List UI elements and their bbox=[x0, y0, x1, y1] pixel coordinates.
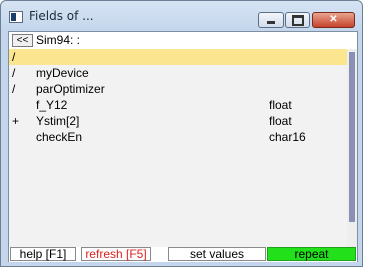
list-item[interactable]: / myDevice bbox=[9, 65, 347, 81]
item-name: f_Y12 bbox=[36, 98, 68, 112]
list-item[interactable]: / bbox=[9, 49, 347, 65]
item-name: parOptimizer bbox=[36, 82, 105, 96]
fields-window: Fields of ... ✕ << Sim94: : / / myDevice… bbox=[0, 0, 363, 267]
minimize-button[interactable] bbox=[258, 12, 284, 28]
repeat-button[interactable]: repeat bbox=[267, 247, 356, 261]
maximize-icon bbox=[291, 15, 304, 26]
list-item[interactable]: + Ystim[2] float bbox=[9, 113, 347, 129]
current-path: Sim94: : bbox=[36, 33, 81, 47]
fields-list: / / myDevice / parOptimizer f_Y12 float … bbox=[9, 49, 347, 248]
title-bar[interactable]: Fields of ... ✕ bbox=[1, 1, 362, 31]
item-marker: / bbox=[12, 50, 16, 64]
footer-bar: help [F1] refresh [F5] set values repeat bbox=[9, 247, 357, 262]
close-icon: ✕ bbox=[329, 14, 338, 25]
item-name: checkEn bbox=[36, 130, 83, 144]
client-area: << Sim94: : / / myDevice / parOptimizer … bbox=[8, 31, 358, 262]
list-item[interactable]: f_Y12 float bbox=[9, 97, 347, 113]
list-item[interactable]: checkEn char16 bbox=[9, 129, 347, 145]
item-marker: / bbox=[12, 66, 16, 80]
window-title: Fields of ... bbox=[29, 9, 94, 23]
path-bar: << Sim94: : bbox=[9, 32, 357, 49]
item-type: float bbox=[269, 98, 292, 112]
scrollbar-thumb[interactable] bbox=[349, 52, 355, 222]
back-button[interactable]: << bbox=[12, 34, 33, 47]
app-icon bbox=[9, 11, 23, 23]
item-marker: + bbox=[12, 114, 20, 128]
item-marker: / bbox=[12, 82, 16, 96]
set-values-button[interactable]: set values bbox=[168, 247, 266, 261]
list-item[interactable]: / parOptimizer bbox=[9, 81, 347, 97]
vertical-scrollbar[interactable] bbox=[347, 49, 357, 248]
help-button[interactable]: help [F1] bbox=[10, 247, 76, 261]
close-button[interactable]: ✕ bbox=[312, 12, 355, 28]
minimize-icon bbox=[267, 21, 275, 24]
item-name: myDevice bbox=[36, 66, 89, 80]
item-name: Ystim[2] bbox=[36, 114, 80, 128]
item-type: float bbox=[269, 114, 292, 128]
refresh-button[interactable]: refresh [F5] bbox=[81, 247, 151, 261]
maximize-button[interactable] bbox=[285, 12, 310, 28]
item-type: char16 bbox=[269, 130, 306, 144]
